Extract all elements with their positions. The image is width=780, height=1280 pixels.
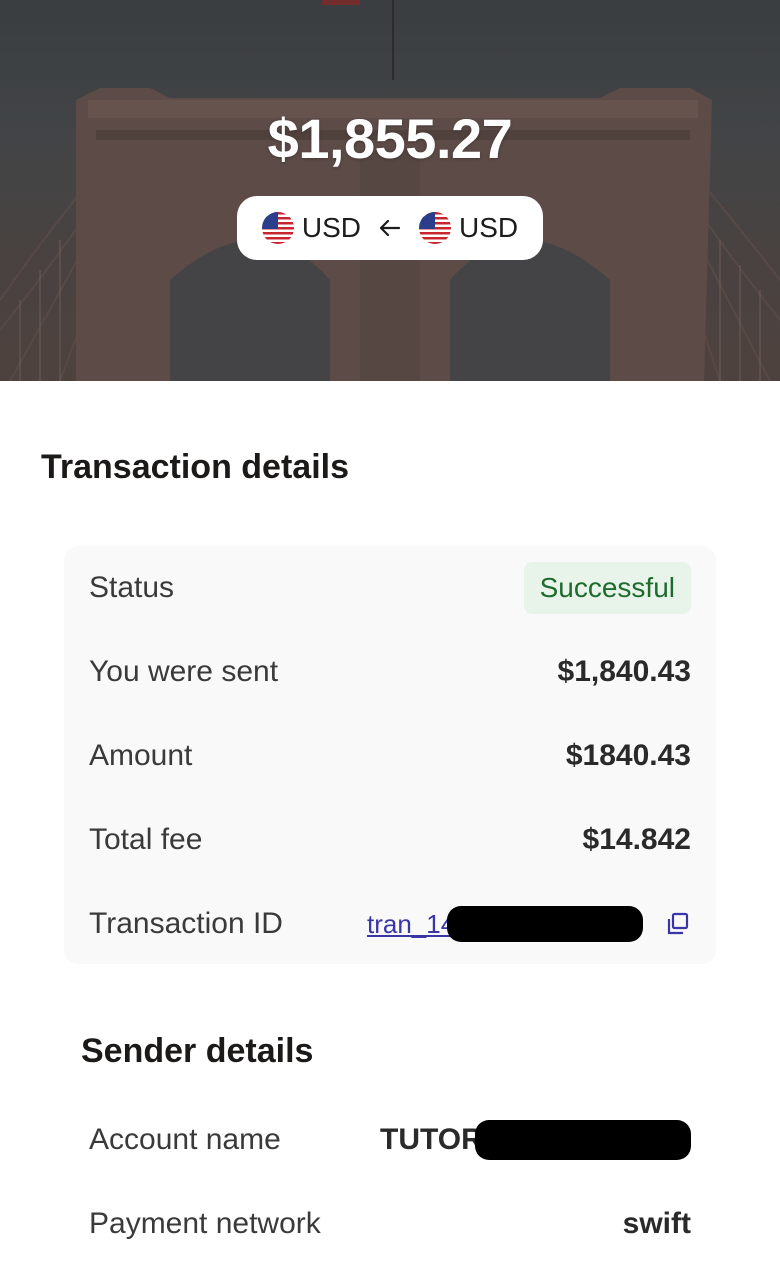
total-fee-label: Total fee (89, 823, 203, 856)
hero-banner: $1,855.27 USD USD (0, 0, 780, 381)
status-row: Status Successful (89, 546, 691, 630)
currency-pair-pill: USD USD (237, 196, 543, 260)
status-label: Status (89, 571, 175, 604)
target-currency-code: USD (301, 212, 361, 243)
source-currency: USD (419, 212, 518, 244)
transaction-id-link[interactable]: tran_14 (367, 909, 453, 940)
total-fee-value: $14.842 (582, 823, 691, 856)
target-currency: USD (261, 212, 361, 244)
us-flag-icon (419, 212, 451, 244)
arrow-left-icon (375, 213, 405, 243)
copy-icon[interactable] (665, 911, 691, 937)
redaction-mark (447, 906, 643, 942)
account-name-text: TUTOR (380, 1123, 483, 1156)
us-flag-icon (261, 212, 294, 244)
amount-sent-row: You were sent $1,840.43 (89, 630, 691, 714)
amount-row: Amount $1840.43 (89, 714, 691, 798)
redaction-mark (474, 1120, 691, 1160)
amount-value: $1840.43 (565, 739, 691, 772)
transaction-id-row: Transaction ID tran_14 (89, 882, 691, 966)
payment-network-row: Payment network swift (89, 1194, 691, 1254)
amount-label: Amount (89, 739, 193, 772)
status-badge: Successful (523, 562, 691, 614)
account-name-value: TUTOR (380, 1120, 691, 1160)
account-name-label: Account name (89, 1123, 281, 1156)
transaction-details-heading: Transaction details (41, 448, 349, 486)
sender-details-heading: Sender details (81, 1032, 314, 1070)
transaction-id-value: tran_14 (367, 906, 691, 942)
account-name-row: Account name TUTOR (89, 1110, 691, 1170)
amount-sent-value: $1,840.43 (557, 655, 691, 688)
bridge-background-image (0, 0, 780, 381)
transaction-details-card: Status Successful You were sent $1,840.4… (64, 546, 716, 964)
transaction-id-label: Transaction ID (89, 907, 283, 940)
source-currency-code: USD (459, 212, 519, 243)
payment-network-label: Payment network (89, 1207, 321, 1240)
transfer-amount: $1,855.27 (267, 107, 513, 170)
total-fee-row: Total fee $14.842 (89, 798, 691, 882)
amount-sent-label: You were sent (89, 655, 279, 688)
payment-network-value: swift (622, 1207, 691, 1240)
